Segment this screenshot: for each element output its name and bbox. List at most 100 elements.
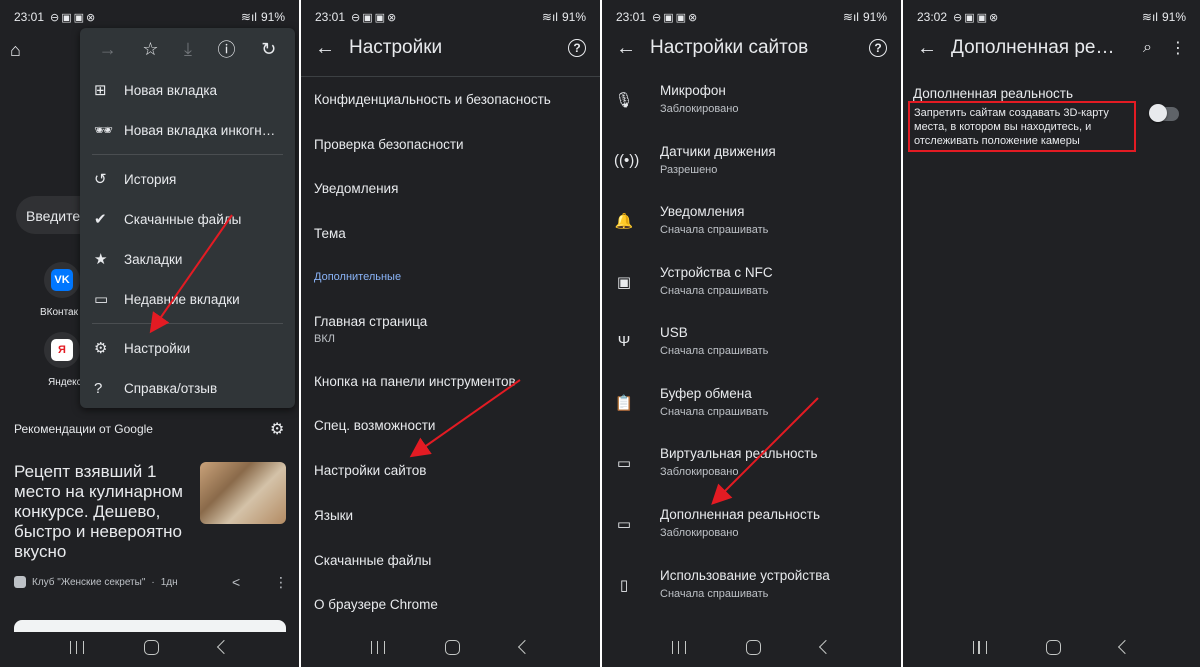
status-time: 23:02 — [917, 10, 948, 24]
menu-item-recent-tabs[interactable]: ▭ Недавние вкладки — [80, 279, 295, 319]
home-button-icon[interactable] — [1045, 639, 1061, 655]
setting-about-chrome[interactable]: О браузере Chrome — [314, 597, 438, 612]
back-icon[interactable] — [517, 639, 533, 655]
motion-sensor-icon: ((•)) — [614, 152, 640, 169]
site-setting-clipboard[interactable]: 📋 Буфер обмена Сначала спрашивать — [602, 382, 901, 442]
site-setting-notifications[interactable]: 🔔 Уведомления Сначала спрашивать — [602, 200, 901, 260]
back-icon[interactable] — [818, 639, 834, 655]
help-icon: ? — [94, 379, 103, 397]
site-setting-label: Уведомления — [660, 204, 745, 219]
more-vert-icon[interactable]: ⋮ — [274, 574, 288, 591]
search-icon[interactable]: ⌕ — [1143, 39, 1152, 57]
site-setting-microphone[interactable]: 🎙 Микрофон Заблокировано — [602, 79, 901, 139]
help-icon[interactable]: ? — [568, 39, 586, 57]
menu-item-help[interactable]: ? Справка/отзыв — [80, 368, 295, 408]
android-nav-bar — [0, 627, 299, 667]
page-title: Дополненная ре… — [951, 37, 1115, 58]
menu-item-downloads[interactable]: ✔ Скачанные файлы — [80, 199, 295, 239]
site-setting-vr[interactable]: ▭ Виртуальная реальность Заблокировано — [602, 442, 901, 502]
help-icon[interactable]: ? — [869, 39, 887, 57]
star-outline-icon[interactable]: ☆ — [142, 39, 158, 60]
status-bar: 23:02 ⊖▣▣⊗ ≋ıl 91% — [903, 0, 1200, 34]
reload-icon[interactable]: ↻ — [261, 39, 276, 60]
battery-percent: 91% — [561, 10, 586, 24]
gear-icon: ⚙ — [94, 340, 108, 357]
status-bar: 23:01 ⊖▣▣⊗ ≋ıl 91% — [602, 0, 901, 34]
more-vert-icon[interactable]: ⋮ — [1170, 38, 1186, 58]
forward-icon[interactable]: → — [99, 39, 117, 60]
site-setting-ar[interactable]: ▭ Дополненная реальность Заблокировано — [602, 503, 901, 563]
setting-toolbar-button[interactable]: Кнопка на панели инструментов — [314, 374, 516, 389]
site-setting-nfc[interactable]: ▣ Устройства с NFC Сначала спрашивать — [602, 261, 901, 321]
site-setting-label: Датчики движения — [660, 144, 776, 159]
setting-homepage[interactable]: Главная страница ВКЛ — [314, 314, 427, 345]
setting-notifications[interactable]: Уведомления — [314, 181, 398, 196]
menu-item-bookmarks[interactable]: ★ Закладки — [80, 239, 295, 279]
recents-icon[interactable] — [672, 640, 686, 654]
recents-icon[interactable] — [70, 640, 84, 654]
site-setting-label: USB — [660, 325, 688, 340]
setting-accessibility[interactable]: Спец. возможности — [314, 418, 435, 433]
menu-item-incognito[interactable]: 🕶 Новая вкладка инкогн… — [80, 110, 295, 150]
back-icon[interactable] — [1118, 639, 1133, 655]
bell-icon: 🔔 — [614, 213, 634, 230]
download-icon[interactable]: ⤓ — [184, 39, 192, 60]
home-button-icon[interactable] — [445, 639, 460, 655]
back-arrow-icon[interactable]: ← — [616, 37, 650, 60]
recents-icon[interactable] — [972, 640, 987, 654]
page-title: Настройки сайтов — [650, 37, 809, 58]
back-arrow-icon[interactable]: ← — [315, 37, 349, 60]
setting-site-settings[interactable]: Настройки сайтов — [314, 463, 426, 478]
setting-languages[interactable]: Языки — [314, 508, 353, 523]
article-source-name: Клуб "Женские секреты" — [32, 576, 146, 588]
star-icon: ★ — [94, 251, 108, 268]
menu-divider — [92, 323, 283, 324]
site-setting-status: Сначала спрашивать — [660, 224, 769, 236]
site-setting-usb[interactable]: Ψ USB Сначала спрашивать — [602, 321, 901, 381]
status-time: 23:01 — [315, 10, 346, 24]
shortcut-label: Яндекс — [48, 377, 82, 388]
setting-privacy[interactable]: Конфиденциальность и безопасность — [314, 92, 551, 107]
device-use-icon: ▯ — [619, 577, 629, 594]
ar-toggle-knob[interactable] — [1149, 104, 1167, 122]
site-setting-label: Дополненная реальность — [660, 507, 821, 522]
menu-item-label: Настройки — [124, 340, 191, 356]
notification-icons: ⊖▣▣⊗ — [50, 11, 98, 24]
menu-item-history[interactable]: ↺ История — [80, 159, 295, 199]
android-nav-bar — [903, 627, 1200, 667]
menu-item-settings[interactable]: ⚙ Настройки — [80, 328, 295, 368]
shortcut-yandex[interactable]: Я — [44, 332, 80, 368]
recents-icon[interactable] — [371, 640, 385, 654]
setting-safety-check[interactable]: Проверка безопасности — [314, 137, 464, 152]
article-thumbnail[interactable] — [200, 462, 286, 524]
home-button-icon[interactable] — [144, 639, 159, 655]
setting-theme[interactable]: Тема — [314, 226, 346, 241]
notification-icons: ⊖▣▣⊗ — [953, 11, 1001, 24]
article-title[interactable]: Рецепт взявший 1 место на кулинарном кон… — [14, 462, 194, 562]
site-setting-status: Сначала спрашивать — [660, 345, 769, 357]
menu-item-label: Закладки — [124, 251, 183, 267]
site-setting-status: Сначала спрашивать — [660, 406, 769, 418]
setting-downloads[interactable]: Скачанные файлы — [314, 553, 431, 568]
home-icon[interactable]: ⌂ — [10, 40, 21, 61]
back-icon[interactable] — [216, 639, 232, 655]
clipboard-icon: 📋 — [614, 395, 634, 412]
chrome-overflow-menu: → ☆ ⤓ ⓘ ↻ ⊞ Новая вкладка 🕶 Новая вкладк… — [80, 28, 295, 408]
site-setting-device-use[interactable]: ▯ Использование устройства Сначала спраш… — [602, 564, 901, 624]
article-age: 1дн — [160, 576, 178, 588]
gear-icon[interactable]: ⚙ — [270, 419, 284, 439]
battery-percent: 91% — [260, 10, 285, 24]
site-setting-label: Буфер обмена — [660, 386, 752, 401]
shortcut-vk[interactable]: VK — [44, 262, 80, 298]
site-setting-motion-sensors[interactable]: ((•)) Датчики движения Разрешено — [602, 140, 901, 200]
status-time: 23:01 — [616, 10, 647, 24]
android-nav-bar — [301, 627, 600, 667]
vk-logo-icon: VK — [51, 269, 73, 291]
menu-item-new-tab[interactable]: ⊞ Новая вкладка — [80, 70, 295, 110]
share-icon[interactable]: < — [232, 574, 240, 590]
plus-box-icon: ⊞ — [94, 82, 107, 99]
home-button-icon[interactable] — [746, 639, 761, 655]
back-arrow-icon[interactable]: ← — [917, 37, 951, 60]
setting-value: ВКЛ — [314, 333, 335, 345]
info-icon[interactable]: ⓘ — [218, 36, 236, 62]
